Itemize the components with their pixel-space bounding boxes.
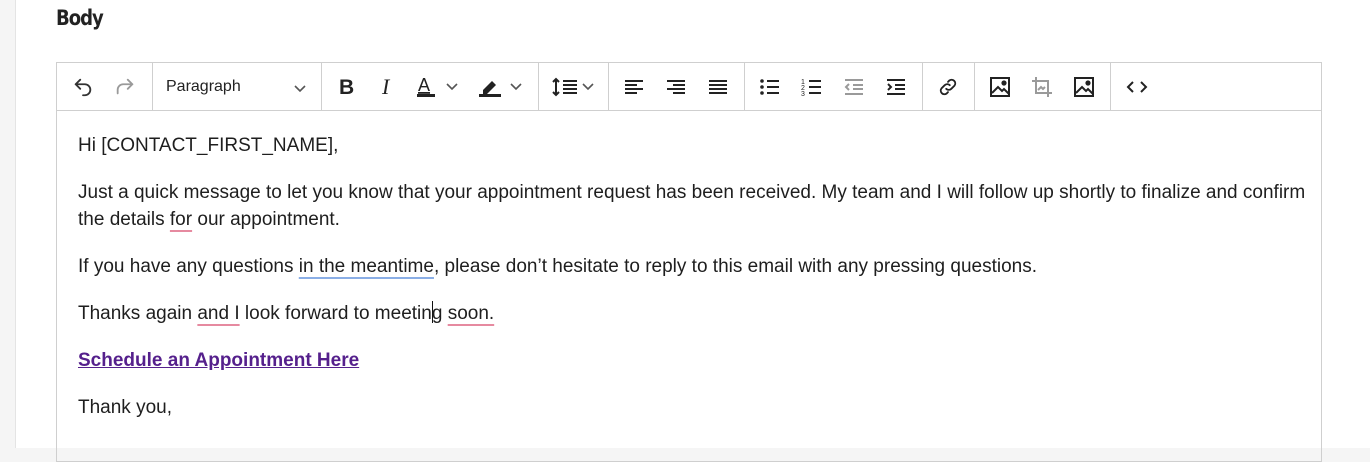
body-paragraph-3: Thanks again and I look forward to meeti… xyxy=(78,301,495,324)
toolbar-divider xyxy=(922,63,923,110)
schedule-appointment-link[interactable]: Schedule an Appointment Here xyxy=(78,350,359,371)
crop-image-button[interactable] xyxy=(1027,63,1057,110)
body-paragraph-1: Just a quick message to let you know tha… xyxy=(78,182,1306,230)
numbered-list-icon: 123 xyxy=(801,77,823,97)
bullet-list-button[interactable] xyxy=(755,63,785,110)
spellcheck-flag[interactable]: for xyxy=(170,209,192,230)
bold-icon: B xyxy=(337,76,357,98)
toolbar-divider xyxy=(608,63,609,110)
align-right-button[interactable] xyxy=(661,63,691,110)
align-right-icon xyxy=(665,77,687,97)
editor-toolbar: Paragraph B I A 1 2 3 xyxy=(57,63,1321,111)
spellcheck-flag[interactable]: soon. xyxy=(448,303,494,324)
toolbar-divider xyxy=(744,63,745,110)
text-color-button[interactable]: A xyxy=(413,63,465,110)
numbered-list-button[interactable]: 123 xyxy=(797,63,827,110)
highlight-icon xyxy=(477,75,527,99)
toolbar-divider xyxy=(1110,63,1111,110)
source-code-button[interactable] xyxy=(1121,63,1153,110)
highlight-button[interactable] xyxy=(475,63,529,110)
insert-image-button[interactable] xyxy=(985,63,1015,110)
toolbar-divider xyxy=(974,63,975,110)
rich-text-editor[interactable]: Paragraph B I A 1 2 3 Hi [CONTACT_FIRST_… xyxy=(56,62,1322,462)
section-label: Body xyxy=(56,6,104,30)
svg-text:I: I xyxy=(381,76,391,98)
body-panel: Body Paragraph B I A 1 2 3 Hi [CONTACT_F… xyxy=(15,0,1370,462)
image-icon xyxy=(989,76,1011,98)
outdent-icon xyxy=(843,77,865,97)
undo-icon xyxy=(72,76,94,98)
indent-button[interactable] xyxy=(881,63,911,110)
image-edit-button[interactable] xyxy=(1069,63,1099,110)
greeting-paragraph: Hi [CONTACT_FIRST_NAME], xyxy=(78,135,339,156)
align-left-button[interactable] xyxy=(619,63,649,110)
body-paragraph-2: If you have any questions in the meantim… xyxy=(78,256,1038,277)
indent-icon xyxy=(885,77,907,97)
justify-button[interactable] xyxy=(703,63,733,110)
line-height-icon xyxy=(551,75,597,99)
block-format-select[interactable]: Paragraph xyxy=(153,63,321,110)
spellcheck-flag[interactable]: and I xyxy=(197,303,239,324)
toolbar-divider xyxy=(538,63,539,110)
crop-image-icon xyxy=(1031,76,1053,98)
italic-icon: I xyxy=(379,76,397,98)
line-height-button[interactable] xyxy=(547,63,601,110)
source-code-icon xyxy=(1125,77,1149,97)
undo-button[interactable] xyxy=(67,63,99,110)
grammar-flag[interactable]: in the meantime xyxy=(299,256,434,277)
image-edit-icon xyxy=(1073,76,1095,98)
toolbar-divider xyxy=(321,63,322,110)
italic-button[interactable]: I xyxy=(373,63,403,110)
align-left-icon xyxy=(623,77,645,97)
link-button[interactable] xyxy=(933,63,963,110)
svg-text:A: A xyxy=(418,75,430,95)
svg-text:3: 3 xyxy=(801,91,805,97)
redo-button[interactable] xyxy=(109,63,141,110)
svg-text:B: B xyxy=(339,76,354,98)
outdent-button[interactable] xyxy=(839,63,869,110)
link-icon xyxy=(937,76,959,98)
text-color-icon: A xyxy=(415,75,463,99)
justify-icon xyxy=(707,77,729,97)
closing-paragraph: Thank you, xyxy=(78,397,172,418)
chevron-down-icon xyxy=(293,81,307,99)
redo-icon xyxy=(114,76,136,98)
schedule-link-paragraph: Schedule an Appointment Here xyxy=(78,347,359,374)
bullet-list-icon xyxy=(759,77,781,97)
block-format-value: Paragraph xyxy=(166,77,241,95)
bold-button[interactable]: B xyxy=(332,63,362,110)
